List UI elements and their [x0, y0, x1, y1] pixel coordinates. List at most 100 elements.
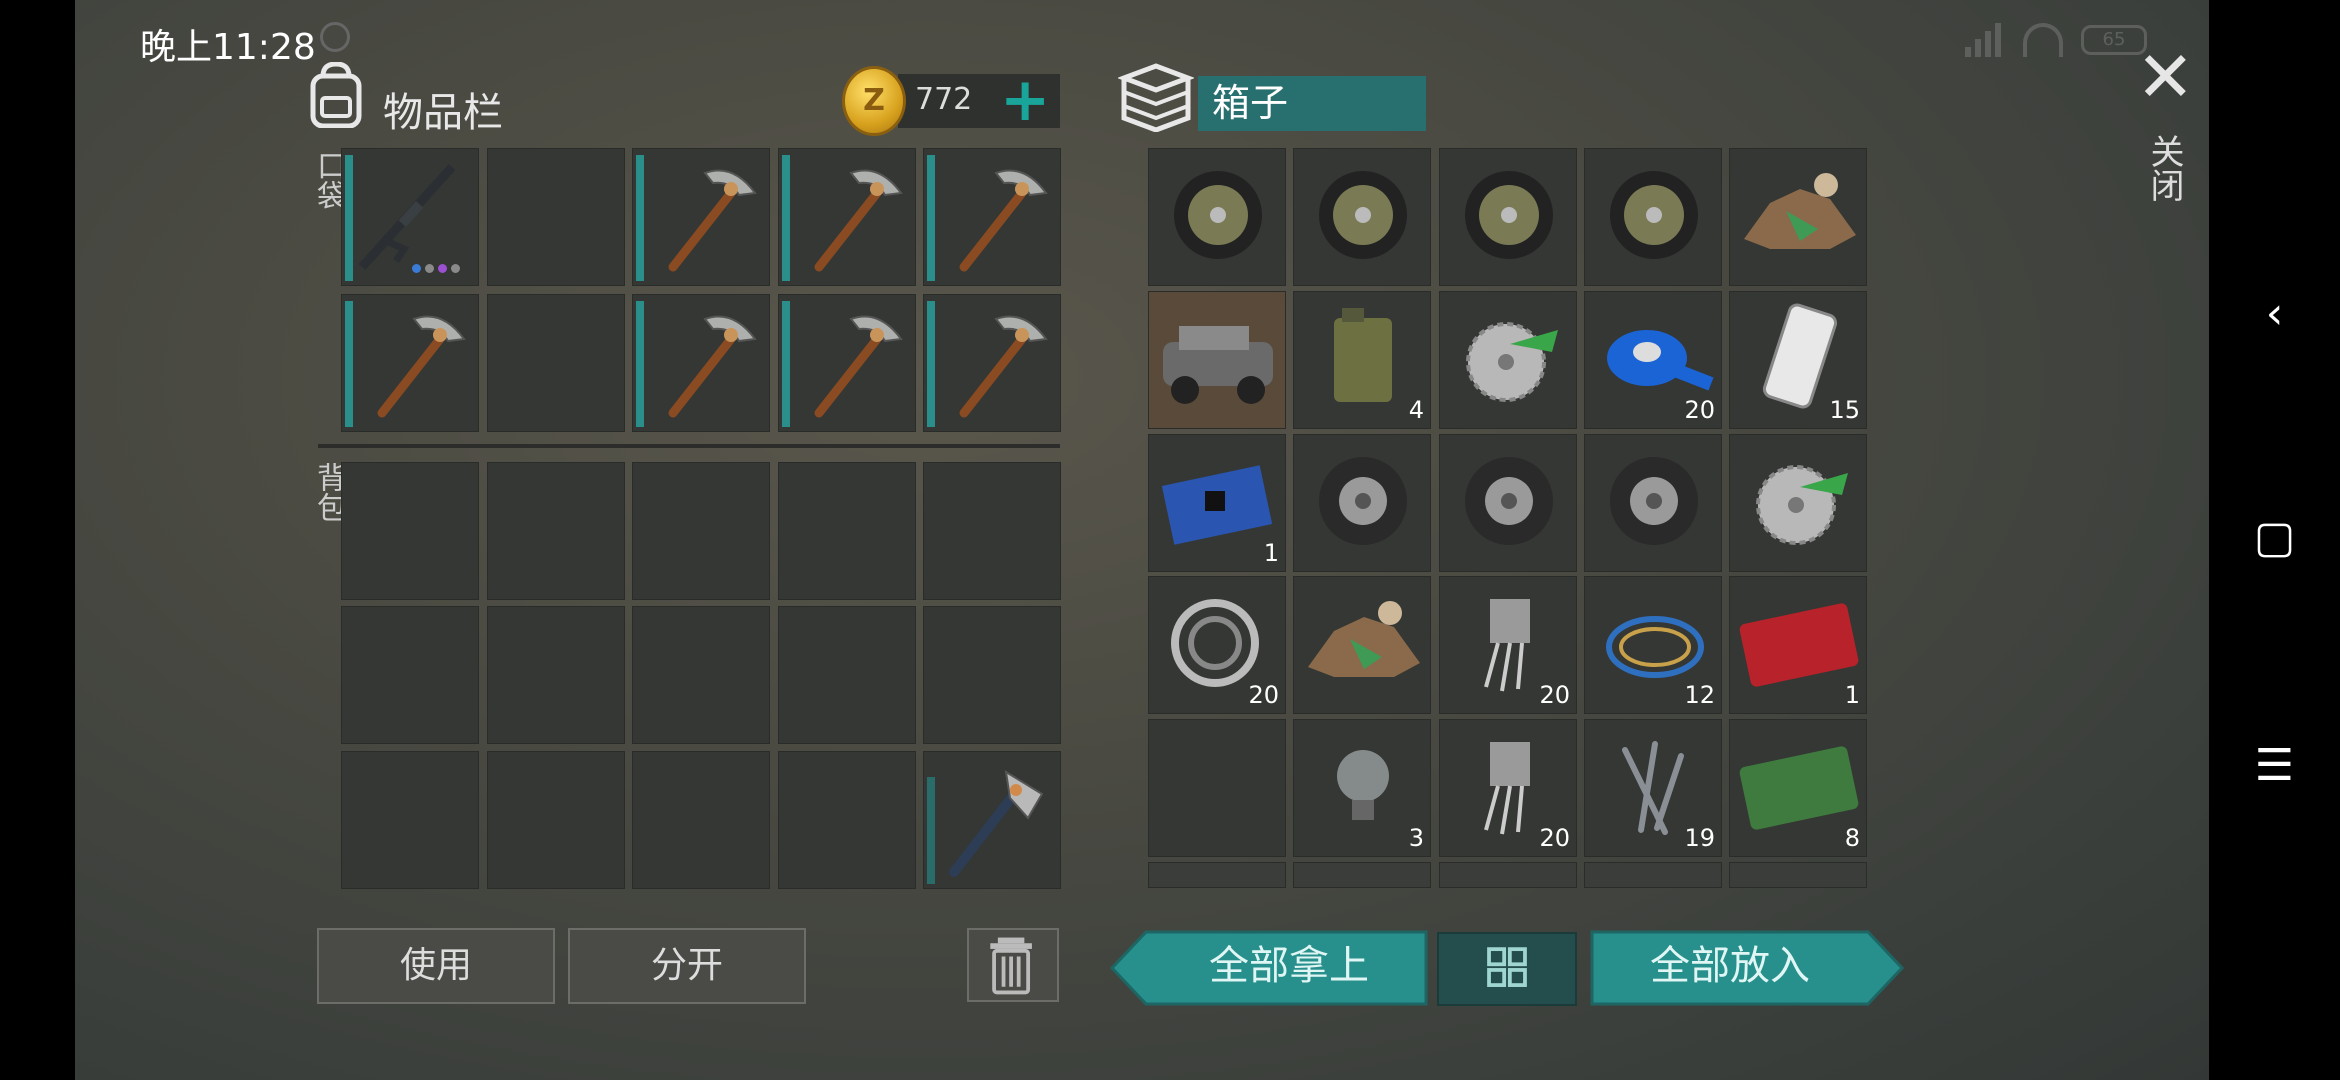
slot[interactable]	[778, 148, 916, 286]
item-quantity: 20	[1684, 396, 1715, 424]
slot[interactable]	[487, 751, 625, 889]
slot[interactable]	[632, 606, 770, 744]
pickaxe-icon	[959, 315, 1048, 418]
slot[interactable]	[1148, 291, 1286, 429]
slot-partial[interactable]	[1148, 862, 1286, 888]
trash-icon	[990, 937, 1032, 995]
slot-partial[interactable]	[1584, 862, 1722, 888]
slot[interactable]	[778, 751, 916, 889]
rarity-dots	[412, 264, 460, 273]
layout-toggle-button[interactable]	[1437, 932, 1577, 1006]
use-button[interactable]: 使用	[317, 928, 555, 1004]
saw-blade-icon	[1756, 465, 1848, 545]
item-quantity: 20	[1248, 681, 1279, 709]
backpack-icon	[310, 62, 362, 128]
slot[interactable]	[341, 148, 479, 286]
slot[interactable]	[341, 294, 479, 432]
slot[interactable]: 1	[1148, 434, 1286, 572]
slot[interactable]: 8	[1729, 719, 1867, 857]
slot[interactable]	[1584, 148, 1722, 286]
take-all-button[interactable]: 全部拿上	[1150, 930, 1428, 1006]
slot[interactable]	[632, 751, 770, 889]
slot[interactable]	[1293, 434, 1431, 572]
slot[interactable]	[923, 751, 1061, 889]
slot[interactable]	[632, 148, 770, 286]
wheel-hub-icon	[1174, 171, 1262, 259]
back-icon[interactable]: ‹	[2209, 288, 2340, 339]
tire-icon	[1465, 457, 1553, 545]
wheel-hub-icon	[1465, 171, 1553, 259]
slot[interactable]	[923, 462, 1061, 600]
status-icons: 65	[1965, 20, 2147, 60]
split-button[interactable]: 分开	[568, 928, 806, 1004]
vehicle-icon	[1163, 326, 1273, 404]
slot[interactable]	[923, 606, 1061, 744]
slot[interactable]	[487, 462, 625, 600]
slot[interactable]	[1439, 291, 1577, 429]
close-icon[interactable]: ✕	[2136, 42, 2195, 112]
slot[interactable]: 1	[1729, 576, 1867, 714]
section-divider	[318, 444, 1060, 448]
alarm-icon	[320, 22, 350, 52]
slot[interactable]: 12	[1584, 576, 1722, 714]
slot[interactable]	[1148, 148, 1286, 286]
slot[interactable]	[1293, 576, 1431, 714]
slot-partial[interactable]	[1293, 862, 1431, 888]
slot[interactable]	[1439, 434, 1577, 572]
slot[interactable]: 3	[1293, 719, 1431, 857]
slot[interactable]	[487, 606, 625, 744]
trash-button[interactable]	[967, 928, 1059, 1002]
slot[interactable]	[1148, 719, 1286, 857]
slot-partial[interactable]	[1439, 862, 1577, 888]
wheel-hub-icon	[1319, 171, 1407, 259]
home-icon[interactable]: ▢	[2209, 512, 2340, 563]
pickaxe-icon	[814, 169, 903, 272]
item-quantity: 1	[1263, 539, 1279, 567]
box-name-field[interactable]: 箱子	[1198, 76, 1426, 131]
tire-icon	[1610, 457, 1698, 545]
slot[interactable]	[1729, 148, 1867, 286]
slot[interactable]	[341, 751, 479, 889]
slot[interactable]	[778, 294, 916, 432]
slot[interactable]	[1293, 148, 1431, 286]
slot[interactable]	[632, 294, 770, 432]
slot-partial[interactable]	[1729, 862, 1867, 888]
tire-icon	[1319, 457, 1407, 545]
menu-icon[interactable]: ☰	[2209, 740, 2340, 791]
pickaxe-icon	[959, 169, 1048, 272]
item-quantity: 20	[1539, 824, 1570, 852]
coin-icon: Z	[842, 66, 906, 136]
slot[interactable]	[778, 462, 916, 600]
slot[interactable]: 15	[1729, 291, 1867, 429]
slot[interactable]	[923, 148, 1061, 286]
add-coins-button[interactable]: +	[1000, 70, 1050, 130]
box-stack-icon	[1118, 63, 1194, 132]
wifi-icon	[2023, 23, 2063, 57]
inventory-title: 物品栏	[383, 90, 503, 136]
slot[interactable]	[341, 462, 479, 600]
item-quantity: 4	[1408, 396, 1424, 424]
grid-icon	[1487, 947, 1527, 987]
slot[interactable]	[632, 462, 770, 600]
slot[interactable]	[1584, 434, 1722, 572]
put-all-button[interactable]: 全部放入	[1590, 930, 1870, 1006]
pickaxe-icon	[814, 315, 903, 418]
slot[interactable]	[487, 148, 625, 286]
slot[interactable]	[487, 294, 625, 432]
item-quantity: 20	[1539, 681, 1570, 709]
android-nav-bar: ‹ ▢ ☰	[2209, 0, 2340, 1080]
slot[interactable]	[1439, 148, 1577, 286]
slot[interactable]	[778, 606, 916, 744]
slot[interactable]: 19	[1584, 719, 1722, 857]
slot[interactable]	[341, 606, 479, 744]
item-quantity: 12	[1684, 681, 1715, 709]
wheel-hub-icon	[1610, 171, 1698, 259]
slot[interactable]: 20	[1439, 719, 1577, 857]
slot[interactable]: 4	[1293, 291, 1431, 429]
slot[interactable]: 20	[1439, 576, 1577, 714]
slot[interactable]	[1729, 434, 1867, 572]
close-label[interactable]: 关闭	[2140, 134, 2189, 202]
slot[interactable]: 20	[1148, 576, 1286, 714]
slot[interactable]: 20	[1584, 291, 1722, 429]
slot[interactable]	[923, 294, 1061, 432]
